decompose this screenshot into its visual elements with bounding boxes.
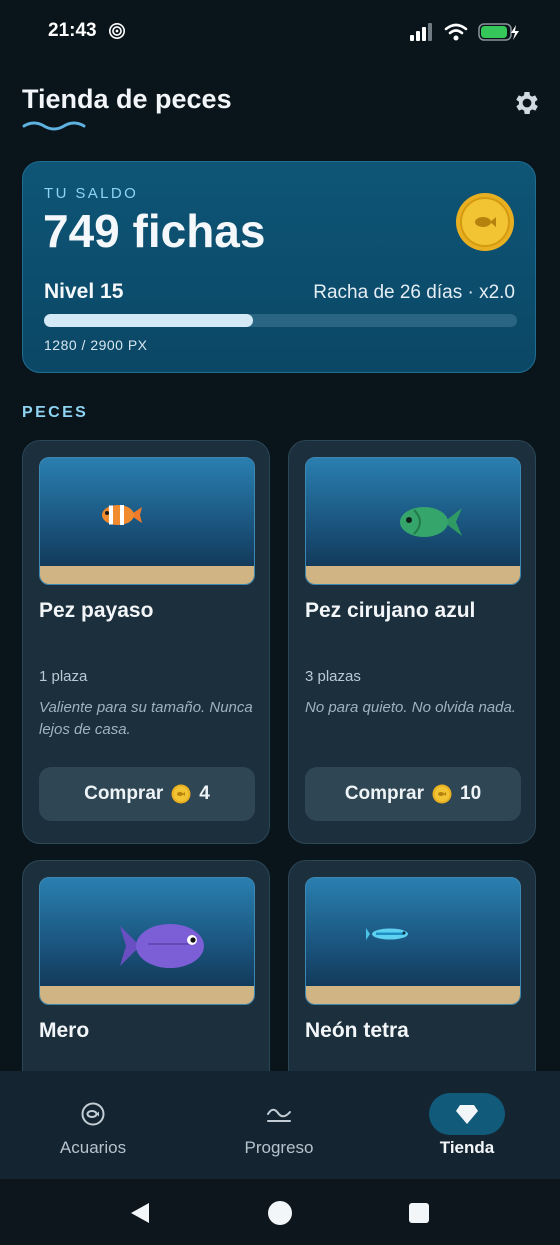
xp-text: 1280 / 2900 PX: [44, 337, 148, 353]
nav-item-progreso[interactable]: Progreso: [186, 1071, 372, 1179]
coin-icon: [432, 784, 452, 804]
fish-tank-preview: [39, 457, 255, 585]
fish-tank-preview: [305, 877, 521, 1005]
nav-item-tienda[interactable]: Tienda: [374, 1071, 560, 1179]
fish-name: Neón tetra: [305, 1019, 409, 1042]
recents-icon[interactable]: [408, 1202, 430, 1224]
buy-button-blue-tang[interactable]: Comprar 10: [305, 767, 521, 821]
buy-button-label: Comprar: [344, 783, 425, 804]
fish-name: Mero: [39, 1019, 90, 1042]
section-title: PECES: [22, 404, 89, 421]
xp-progress-bar: [44, 314, 517, 327]
nav-item-acuarios[interactable]: Acuarios: [0, 1071, 186, 1179]
neon-tetra-icon: [366, 928, 408, 940]
nav-icon-wrap: [241, 1093, 317, 1135]
status-time: 21:43: [48, 20, 97, 41]
nav-icon-wrap: [55, 1093, 131, 1135]
cellular-signal-icon: [410, 23, 432, 41]
level-label: Nivel 15: [44, 280, 124, 303]
fish-tank-preview: [305, 457, 521, 585]
xp-progress-fill: [44, 314, 253, 327]
fish-card-clownfish: Pez payaso 1 plaza Valiente para su tama…: [22, 440, 270, 844]
fish-name: Pez cirujano azul: [305, 599, 476, 622]
balance-value: 749 fichas: [43, 205, 266, 257]
status-bar: 21:43: [0, 0, 560, 64]
page-header: Tienda de peces: [22, 84, 542, 134]
buy-button-clownfish[interactable]: Comprar 4: [39, 767, 255, 821]
fish-slots: 3 plazas: [305, 668, 361, 685]
gear-icon[interactable]: [512, 88, 542, 118]
nav-label: Tienda: [439, 1138, 495, 1157]
fish-tank-preview: [39, 877, 255, 1005]
fish-slots: 1 plaza: [39, 668, 88, 685]
grouper-icon: [120, 924, 204, 968]
clownfish-icon: [102, 505, 142, 525]
surgeonfish-icon: [400, 507, 462, 537]
fish-description: No para quieto. No olvida nada.: [305, 699, 516, 716]
fish-name: Pez payaso: [39, 599, 154, 622]
tank-sand: [40, 566, 254, 584]
balance-label: TU SALDO: [44, 185, 139, 202]
nav-label: Acuarios: [59, 1138, 127, 1157]
fish-description: Valiente para su tamaño. Nunca lejos de …: [39, 699, 253, 738]
battery-charging-icon: [478, 23, 519, 41]
home-icon[interactable]: [267, 1200, 293, 1226]
wifi-icon: [444, 23, 468, 41]
coin-icon: [171, 784, 191, 804]
buy-price: 4: [199, 783, 210, 804]
aquarium-icon: [81, 1102, 105, 1126]
page-title: Tienda de peces: [22, 84, 232, 114]
diamond-icon: [456, 1105, 478, 1124]
balance-card: TU SALDO 749 fichas Nivel 15 Racha de 26…: [22, 161, 536, 373]
focus-mode-icon: [108, 22, 126, 40]
bottom-navigation: Acuarios Progreso Tienda: [0, 1071, 560, 1179]
fish-card-neon-tetra: Neón tetra: [288, 860, 536, 1100]
tank-sand: [306, 566, 520, 584]
nav-label: Progreso: [244, 1138, 314, 1157]
buy-price: 10: [460, 783, 482, 804]
system-navigation-bar: [0, 1179, 560, 1245]
fish-card-grouper: Mero: [22, 860, 270, 1100]
tank-sand: [306, 986, 520, 1004]
streak-label: Racha de 26 días · x2.0: [313, 282, 515, 303]
coin-icon: [456, 193, 514, 251]
back-icon[interactable]: [128, 1201, 152, 1225]
fish-card-blue-tang: Pez cirujano azul 3 plazas No para quiet…: [288, 440, 536, 844]
tank-sand: [40, 986, 254, 1004]
title-underline-wave: [22, 121, 86, 131]
progress-icon: [267, 1108, 291, 1122]
nav-icon-wrap: [429, 1093, 505, 1135]
buy-button-label: Comprar: [84, 783, 164, 804]
